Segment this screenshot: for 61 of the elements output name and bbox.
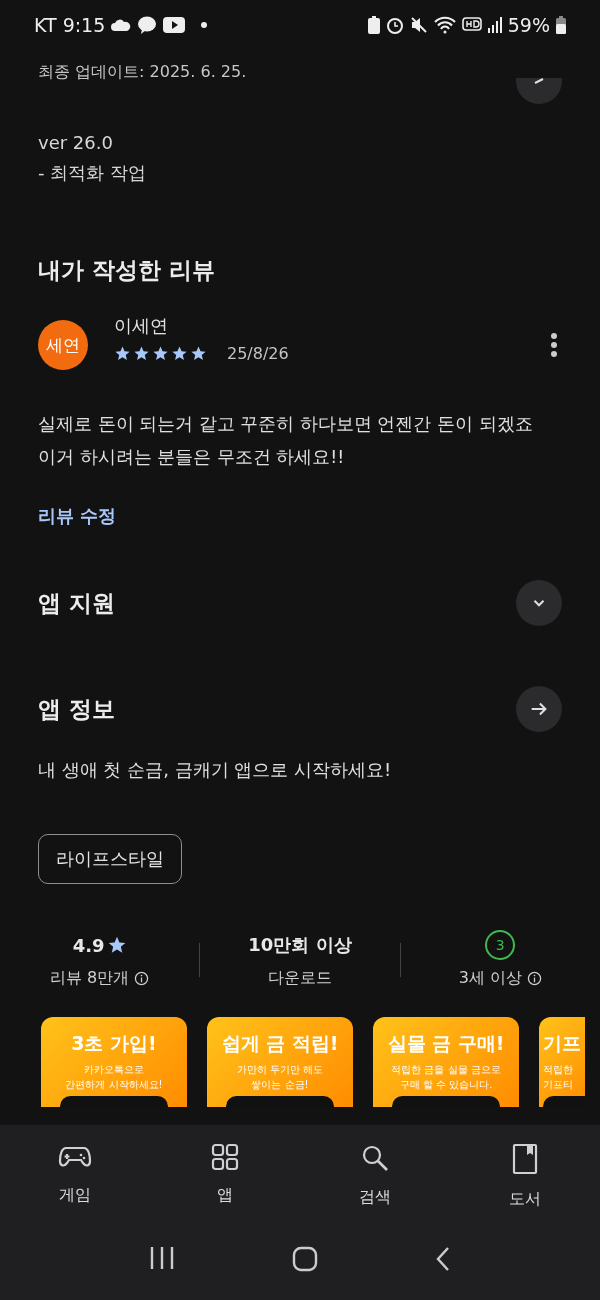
edit-review-link[interactable]: 리뷰 수정 [38, 504, 117, 528]
section-title: 내가 작성한 리뷰 [38, 256, 216, 285]
app-info-arrow-button[interactable] [516, 686, 562, 732]
more-icon[interactable] [550, 332, 558, 358]
battery-saver-icon [367, 16, 380, 34]
screenshot-title: 쉽게 금 적립! [221, 1031, 339, 1056]
grid-icon [211, 1143, 239, 1171]
nav-tab[interactable]: 게임 [20, 1143, 130, 1210]
category-chip[interactable]: 라이프스타일 [38, 834, 182, 884]
screenshot-caption: 가만히 두기만 해도 쌓이는 순금! [236, 1063, 324, 1092]
stat-value: 4.9 [72, 934, 105, 956]
star-icon [106, 935, 127, 955]
recent-apps-button[interactable] [148, 1246, 175, 1272]
nav-tab[interactable]: 도서 [470, 1143, 580, 1210]
wifi-icon [433, 16, 456, 34]
dot-icon [201, 22, 208, 28]
stat-label: 다운로드 [268, 968, 332, 989]
nav-tab[interactable]: 검색 [320, 1143, 430, 1210]
release-note: - 최적화 작업 [38, 161, 147, 185]
alarm-icon [385, 16, 404, 34]
release-note: ver 26.0 [38, 132, 114, 153]
star-icon [114, 344, 131, 362]
screenshot-title: 실물 금 구매! [387, 1031, 505, 1056]
star-icon [133, 344, 150, 362]
section-title: 앱 지원 [38, 588, 115, 618]
info-icon[interactable] [526, 971, 542, 986]
author-name: 이세연 [114, 313, 169, 338]
screenshot-caption: 카카오톡으로 간편하게 시작하세요! [65, 1063, 163, 1092]
back-button[interactable] [435, 1246, 452, 1272]
info-icon[interactable] [134, 971, 150, 986]
review-date: 25/8/26 [227, 343, 289, 363]
signal-icon [487, 17, 502, 33]
chat-bubble-icon [137, 15, 158, 35]
stat-label: 리뷰 8만개 [50, 968, 130, 989]
section-title: 앱 정보 [38, 694, 115, 724]
carrier-time: KT 9:15 [34, 14, 106, 36]
stat-label: 3세 이상 [458, 968, 522, 989]
app-description: 내 생애 첫 순금, 금캐기 앱으로 시작하세요! [38, 758, 393, 782]
stat-value: 10만회 이상 [248, 933, 352, 957]
search-icon [360, 1143, 390, 1173]
star-icon [152, 344, 169, 362]
star-icon [190, 344, 207, 362]
age-rating-badge: 3 [485, 930, 516, 960]
cloud-icon [111, 19, 132, 31]
screenshot-title: 기프 [543, 1031, 581, 1056]
arrow-button[interactable] [516, 78, 562, 104]
review-text: 실제로 돈이 되는거 같고 꾸준히 하다보면 언젠간 돈이 되겠죠 이거 하시려는 분들은 무조건 하세요!! [38, 413, 534, 469]
last-updated: 최종 업데이트: 2025. 6. 25. [38, 62, 247, 83]
avatar: 세연 [38, 320, 88, 370]
book-icon [512, 1143, 538, 1175]
screenshot-caption: 적립한 기프티 [543, 1063, 573, 1092]
screenshot-caption: 적립한 금을 실물 금으로 구매 할 수 있습니다. [391, 1063, 501, 1092]
screenshot-title: 3초 가입! [71, 1031, 157, 1056]
home-button[interactable] [292, 1246, 318, 1272]
play-icon [163, 17, 186, 33]
star-icon [171, 344, 188, 362]
battery-percent: 59% [507, 14, 550, 36]
battery-icon [556, 16, 566, 34]
mute-icon [409, 16, 428, 34]
nav-tab[interactable]: 앱 [170, 1143, 280, 1210]
hd-icon [461, 17, 482, 33]
